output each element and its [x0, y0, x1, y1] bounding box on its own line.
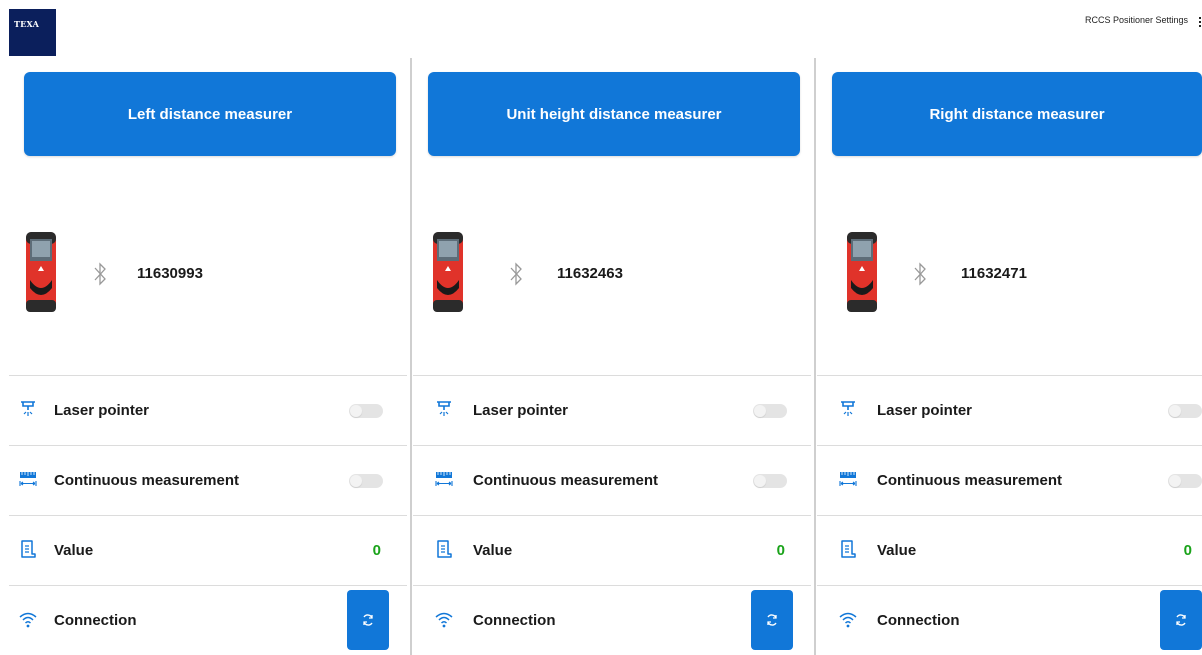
bluetooth-icon — [94, 262, 106, 286]
value-row: Value 0 — [413, 515, 811, 585]
toggle-knob — [754, 405, 766, 417]
laser-distance-meter-icon — [433, 232, 463, 312]
measurement-value: 0 — [1183, 542, 1192, 559]
laser-pointer-icon — [21, 401, 35, 416]
connection-row: Connection — [413, 585, 811, 655]
measurer-panel-left: Left distance measurer 11630993 Laser po… — [9, 58, 407, 655]
continuous-measurement-icon — [19, 472, 37, 486]
refresh-icon — [1176, 614, 1186, 626]
value-label: Value — [54, 542, 94, 559]
refresh-icon — [767, 614, 777, 626]
laser-pointer-row: Laser pointer — [817, 375, 1202, 445]
laser-distance-meter-icon — [847, 232, 877, 312]
connection-label: Connection — [877, 612, 960, 629]
laser-pointer-row: Laser pointer — [9, 375, 407, 445]
laser-pointer-toggle[interactable] — [1168, 404, 1202, 418]
document-icon — [841, 540, 856, 558]
continuous-measurement-row: Continuous measurement — [9, 445, 407, 515]
refresh-connection-button[interactable] — [751, 590, 793, 650]
panel-divider — [814, 58, 816, 655]
continuous-measurement-toggle[interactable] — [753, 474, 787, 488]
continuous-measurement-row: Continuous measurement — [817, 445, 1202, 515]
page-title: RCCS Positioner Settings — [1084, 15, 1188, 25]
laser-pointer-label: Laser pointer — [54, 402, 150, 419]
refresh-connection-button[interactable] — [1160, 590, 1202, 650]
laser-pointer-icon — [437, 401, 451, 416]
value-row: Value 0 — [817, 515, 1202, 585]
laser-pointer-toggle[interactable] — [349, 404, 383, 418]
laser-pointer-label: Laser pointer — [473, 402, 569, 419]
continuous-measurement-icon — [435, 472, 453, 486]
refresh-connection-button[interactable] — [347, 590, 389, 650]
continuous-measurement-label: Continuous measurement — [54, 472, 240, 489]
connection-label: Connection — [473, 612, 556, 629]
top-bar: TEXA RCCS Positioner Settings — [0, 0, 1202, 58]
wifi-icon — [19, 612, 37, 628]
device-serial-number: 11632463 — [557, 265, 623, 282]
connection-label: Connection — [54, 612, 137, 629]
continuous-measurement-toggle[interactable] — [349, 474, 383, 488]
wifi-icon — [435, 612, 453, 628]
value-row: Value 0 — [9, 515, 407, 585]
texa-logo: TEXA — [9, 9, 56, 56]
device-serial-number: 11632471 — [961, 265, 1027, 282]
measurement-value: 0 — [372, 542, 381, 559]
document-icon — [21, 540, 36, 558]
continuous-measurement-toggle[interactable] — [1168, 474, 1202, 488]
right-measurer-header-button[interactable]: Right distance measurer — [832, 72, 1202, 156]
continuous-measurement-label: Continuous measurement — [473, 472, 659, 489]
continuous-measurement-label: Continuous measurement — [877, 472, 1063, 489]
toggle-knob — [754, 475, 766, 487]
toggle-knob — [350, 405, 362, 417]
laser-pointer-toggle[interactable] — [753, 404, 787, 418]
device-serial-number: 11630993 — [137, 265, 203, 282]
laser-pointer-label: Laser pointer — [877, 402, 973, 419]
bluetooth-icon — [510, 262, 522, 286]
document-icon — [437, 540, 452, 558]
continuous-measurement-row: Continuous measurement — [413, 445, 811, 515]
refresh-icon — [363, 614, 373, 626]
panel-divider — [410, 58, 412, 655]
left-measurer-header-button[interactable]: Left distance measurer — [24, 72, 396, 156]
laser-pointer-icon — [841, 401, 855, 416]
value-label: Value — [877, 542, 917, 559]
value-label: Value — [473, 542, 513, 559]
toggle-knob — [1169, 405, 1181, 417]
measurer-panel-center: Unit height distance measurer 11632463 L… — [413, 58, 811, 655]
toggle-knob — [350, 475, 362, 487]
measurer-panel-right: Right distance measurer 11632471 Laser p… — [817, 58, 1202, 655]
toggle-knob — [1169, 475, 1181, 487]
connection-row: Connection — [817, 585, 1202, 655]
laser-distance-meter-icon — [26, 232, 56, 312]
unit-height-measurer-header-button[interactable]: Unit height distance measurer — [428, 72, 800, 156]
bluetooth-icon — [914, 262, 926, 286]
continuous-measurement-icon — [839, 472, 857, 486]
connection-row: Connection — [9, 585, 407, 655]
laser-pointer-row: Laser pointer — [413, 375, 811, 445]
measurer-value: 0 — [776, 542, 785, 559]
wifi-icon — [839, 612, 857, 628]
